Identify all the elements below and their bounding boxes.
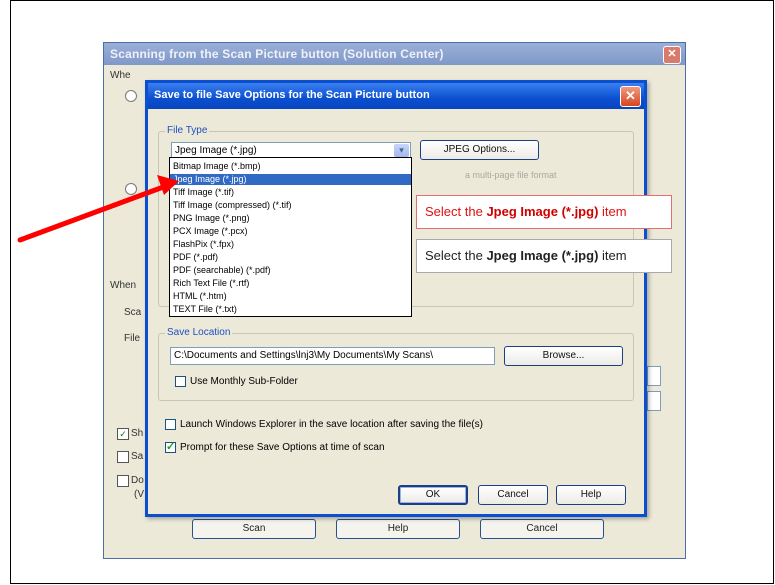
red-arrow-head	[157, 175, 179, 195]
red-arrow-shaft	[17, 183, 169, 243]
red-arrow-icon	[17, 175, 179, 243]
